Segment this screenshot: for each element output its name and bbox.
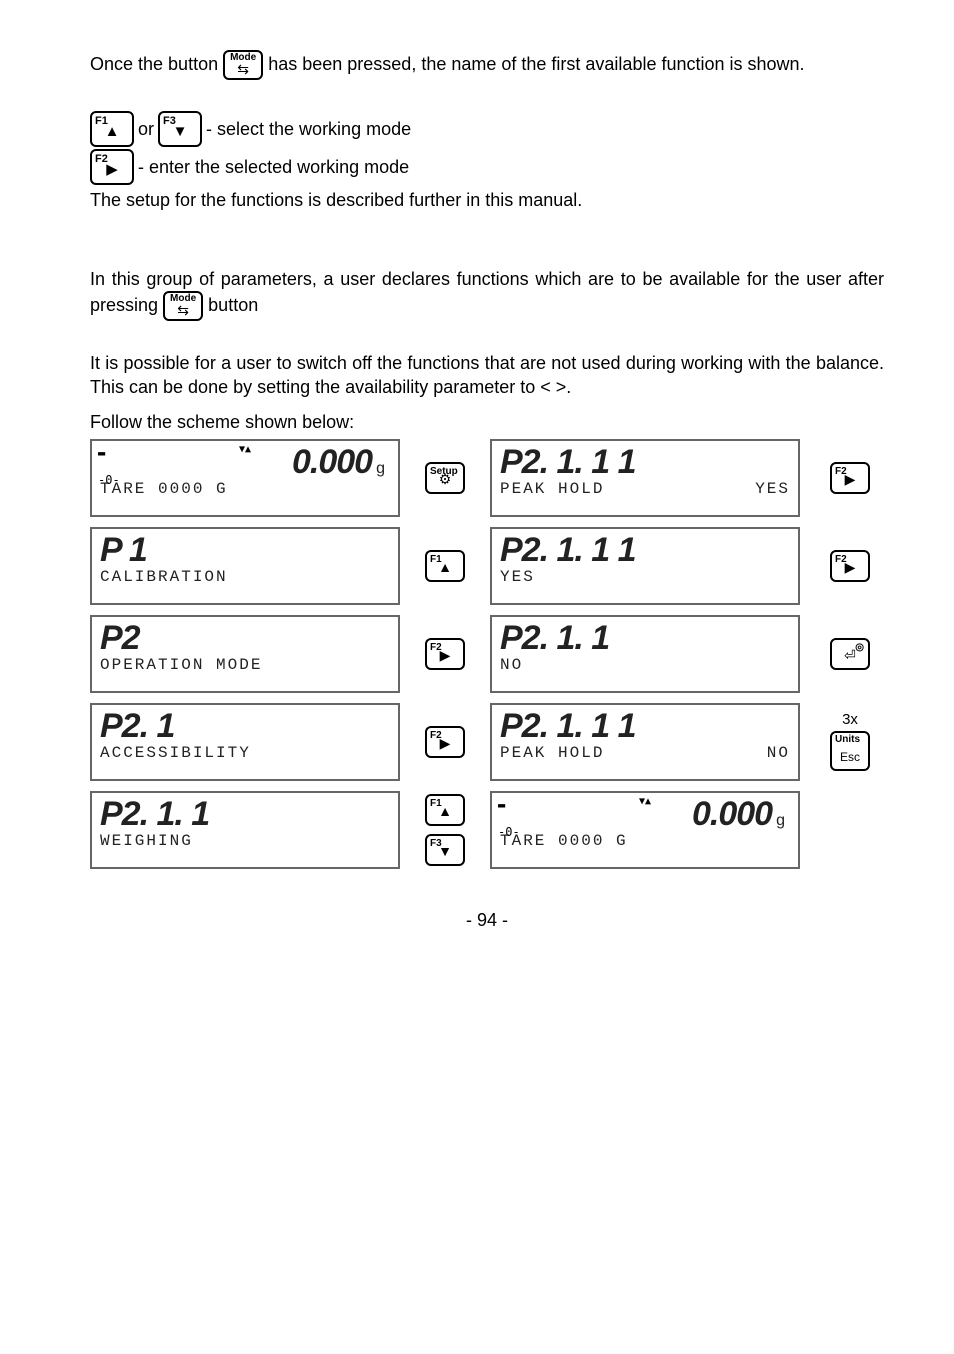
key-enter: ◎ ⏎ [810, 636, 890, 672]
scheme-title: Follow the scheme shown below: [90, 411, 884, 434]
mode-button-icon-2: Mode ⇆ [163, 291, 203, 321]
lcd-p2111-yes: P2. 1. 1 1 PEAK HOLD YES [490, 439, 800, 517]
key-f2-l4: F2 ▶ [410, 724, 480, 760]
lcd-p21: P2. 1 ACCESSIBILITY [90, 703, 400, 781]
setup-note: The setup for the functions is described… [90, 189, 884, 212]
enter-key-icon: ◎ ⏎ [830, 638, 870, 670]
lcd-zero: ▼▲ ▬ -0- 0.000g TARE 0000 G [90, 439, 400, 517]
times-3x: 3x [810, 711, 890, 729]
key-units-esc: 3x Units Esc [810, 711, 890, 773]
key-setup: Setup ⚙ [410, 460, 480, 496]
f3-key-icon-stack: F3 ▼ [425, 834, 465, 866]
scheme-grid: ▼▲ ▬ -0- 0.000g TARE 0000 G Setup ⚙ P2. … [90, 439, 884, 869]
setup-key-icon: Setup ⚙ [425, 462, 465, 494]
or-text: or [138, 118, 154, 141]
f1-key-icon-stack: F1 ▲ [425, 794, 465, 826]
f2-key-icon-l4: F2 ▶ [425, 726, 465, 758]
lcd-zero-end: ▼▲ ▬ -0- 0.000g TARE 0000 G [490, 791, 800, 869]
lcd-p211-no: P2. 1. 1 NO [490, 615, 800, 693]
key-f1: F1 ▲ [410, 548, 480, 584]
enter-mode-line: F2 ▶ - enter the selected working mode [90, 149, 884, 185]
lcd-p211-wei: P2. 1. 1 WEIGHING [90, 791, 400, 869]
f1-key-icon-2: F1 ▲ [425, 550, 465, 582]
f1-key-icon: F1 ▲ [90, 111, 134, 147]
lcd-p1: P 1 CALIBRATION [90, 527, 400, 605]
lcd-p2111-yes2: P2. 1. 1 1 YES [490, 527, 800, 605]
f2-key-icon: F2 ▶ [90, 149, 134, 185]
group-intro-2: button [208, 295, 258, 315]
lcd-p2: P2 OPERATION MODE [90, 615, 400, 693]
key-f2-l3: F2 ▶ [410, 636, 480, 672]
key-f1-f3-stack: F1 ▲ F3 ▼ [410, 792, 480, 868]
key-f2-r1: F2 ▶ [810, 460, 890, 496]
select-mode-line: F1 ▲ or F3 ▼ - select the working mode [90, 111, 884, 147]
lcd-p2111-no: P2. 1. 1 1 PEAK HOLD NO [490, 703, 800, 781]
select-mode-text: - select the working mode [206, 118, 411, 141]
intro-para: Once the button Mode ⇆ has been pressed,… [90, 50, 884, 80]
switchoff-para: It is possible for a user to switch off … [90, 352, 884, 399]
page-number: - 94 - [90, 909, 884, 932]
enter-mode-text: - enter the selected working mode [138, 156, 409, 179]
units-esc-key-icon: Units Esc [830, 731, 870, 771]
group-intro: In this group of parameters, a user decl… [90, 268, 884, 321]
f2-key-icon-r1: F2 ▶ [830, 462, 870, 494]
f2-key-icon-l3: F2 ▶ [425, 638, 465, 670]
mode-button-icon: Mode ⇆ [223, 50, 263, 80]
intro-text-a: Once the button [90, 54, 223, 74]
f3-key-icon: F3 ▼ [158, 111, 202, 147]
intro-text-b: has been pressed, the name of the first … [268, 54, 804, 74]
key-f2-r2: F2 ▶ [810, 548, 890, 584]
f2-key-icon-r2: F2 ▶ [830, 550, 870, 582]
